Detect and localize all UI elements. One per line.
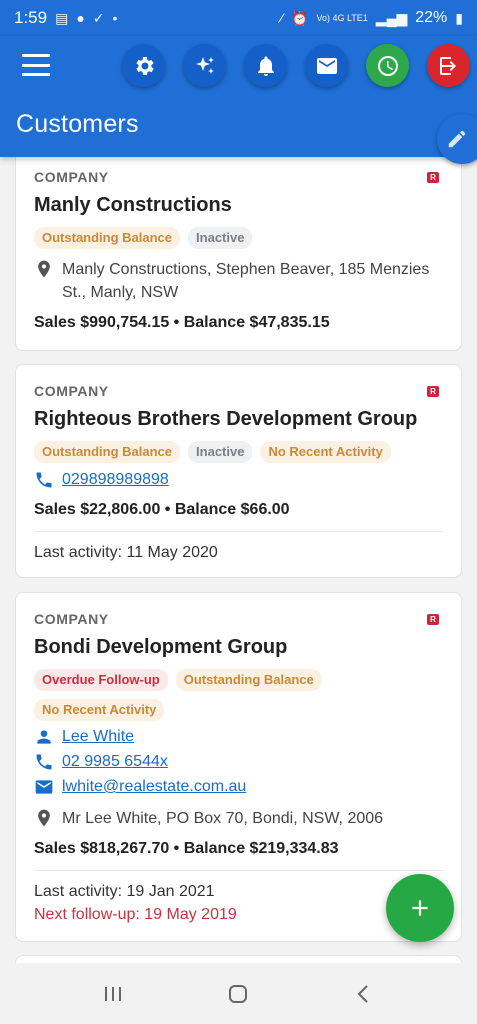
alarm-icon: ⏰ — [291, 9, 309, 26]
pencil-icon — [448, 130, 466, 148]
customer-card[interactable]: COMPANY R Manly Constructions Outstandin… — [15, 157, 462, 351]
tag-list: Overdue Follow-up Outstanding Balance No… — [34, 669, 443, 721]
chat-icon: ● — [76, 10, 85, 26]
sales-balance: Sales $990,754.15 • Balance $47,835.15 — [34, 314, 330, 331]
gear-icon — [135, 56, 154, 75]
card-type: COMPANY — [34, 169, 109, 185]
check-icon: ✓ — [92, 9, 105, 26]
add-customer-button[interactable] — [386, 874, 454, 942]
phone-link[interactable]: 029898989898 — [62, 469, 169, 491]
battery-level: 22% — [415, 9, 448, 26]
signal-icon: ▂▄▆ — [375, 9, 408, 26]
divider — [34, 870, 443, 871]
last-activity: Last activity: 11 May 2020 — [34, 544, 218, 561]
plus-icon — [412, 900, 428, 916]
sparkles-icon — [195, 56, 214, 74]
tag-outstanding-balance: Outstanding Balance — [34, 227, 181, 249]
email-link[interactable]: lwhite@realestate.com.au — [62, 776, 246, 798]
tag-inactive: Inactive — [188, 441, 253, 463]
last-activity: Last activity: 19 Jan 2021 — [34, 883, 215, 900]
home-button[interactable] — [218, 974, 258, 1014]
tag-list: Outstanding Balance Inactive — [34, 227, 443, 249]
clock-icon — [377, 55, 398, 76]
edit-button[interactable] — [437, 114, 477, 164]
phone-icon — [36, 754, 52, 770]
r-badge: R — [427, 172, 439, 183]
page-title: Customers — [16, 110, 139, 138]
home-icon — [229, 984, 248, 1003]
divider — [34, 531, 443, 532]
battery-icon: ▮ — [455, 9, 463, 26]
r-badge: R — [427, 614, 439, 625]
contact-row: Lee White — [34, 726, 443, 748]
customer-list: COMPANY R Manly Constructions Outstandin… — [0, 157, 477, 963]
app-bar: Customers — [0, 36, 477, 164]
network-label: Vo) 4G LTE1 — [316, 12, 368, 23]
gallery-icon: ▤ — [55, 9, 69, 26]
tag-list: Outstanding Balance Inactive No Recent A… — [34, 441, 443, 463]
card-type: COMPANY — [34, 611, 109, 627]
dot-icon: • — [112, 10, 118, 26]
location-pin-icon — [38, 260, 50, 278]
top-actions — [122, 44, 470, 87]
mail-icon — [35, 780, 53, 794]
mail-icon — [316, 57, 337, 74]
logout-button[interactable] — [427, 44, 470, 87]
tag-outstanding-balance: Outstanding Balance — [34, 441, 181, 463]
customer-card[interactable] — [15, 955, 462, 963]
tag-no-recent-activity: No Recent Activity — [34, 699, 165, 721]
customer-name: Manly Constructions — [34, 194, 232, 216]
tag-outstanding-balance: Outstanding Balance — [175, 669, 322, 691]
tag-overdue-followup: Overdue Follow-up — [34, 669, 168, 691]
person-icon — [37, 730, 51, 744]
notifications-button[interactable] — [244, 44, 287, 87]
contact-link[interactable]: Lee White — [62, 726, 134, 748]
messages-button[interactable] — [305, 44, 348, 87]
back-icon — [357, 984, 368, 1003]
tag-no-recent-activity: No Recent Activity — [260, 441, 391, 463]
address-text: Mr Lee White, PO Box 70, Bondi, NSW, 200… — [62, 810, 384, 827]
recent-apps-icon — [104, 986, 121, 1001]
address-text: Manly Constructions, Stephen Beaver, 185… — [62, 261, 430, 301]
magic-button[interactable] — [183, 44, 226, 87]
address-row: Mr Lee White, PO Box 70, Bondi, NSW, 200… — [34, 807, 443, 830]
status-time: 1:59 — [14, 8, 48, 27]
customer-card[interactable]: COMPANY R Righteous Brothers Development… — [15, 364, 462, 578]
status-bar: 1:59 ▤ ● ✓ • ⁄ ⏰ Vo) 4G LTE1 ▂▄▆ 22% ▮ — [0, 0, 477, 36]
system-nav-bar — [0, 963, 477, 1024]
phone-row: 02 9985 6544x — [34, 751, 443, 773]
phone-link[interactable]: 02 9985 6544x — [62, 751, 168, 773]
settings-button[interactable] — [122, 44, 165, 87]
clock-button[interactable] — [366, 44, 409, 87]
tag-inactive: Inactive — [188, 227, 253, 249]
mute-icon: ⁄ — [280, 10, 283, 26]
customer-name: Righteous Brothers Development Group — [34, 408, 418, 430]
location-pin-icon — [38, 809, 50, 827]
r-badge: R — [427, 386, 439, 397]
recent-apps-button[interactable] — [93, 974, 133, 1014]
address-row: Manly Constructions, Stephen Beaver, 185… — [34, 258, 443, 304]
sales-balance: Sales $818,267.70 • Balance $219,334.83 — [34, 840, 339, 857]
email-row: lwhite@realestate.com.au — [34, 776, 443, 798]
back-button[interactable] — [344, 974, 384, 1014]
logout-icon — [439, 56, 456, 75]
menu-icon[interactable] — [22, 54, 50, 76]
card-type: COMPANY — [34, 383, 109, 399]
phone-row: 029898989898 — [34, 469, 443, 491]
next-followup: Next follow-up: 19 May 2019 — [34, 906, 237, 923]
phone-icon — [36, 472, 52, 488]
customer-name: Bondi Development Group — [34, 636, 288, 658]
bell-icon — [257, 56, 274, 76]
sales-balance: Sales $22,806.00 • Balance $66.00 — [34, 501, 290, 518]
